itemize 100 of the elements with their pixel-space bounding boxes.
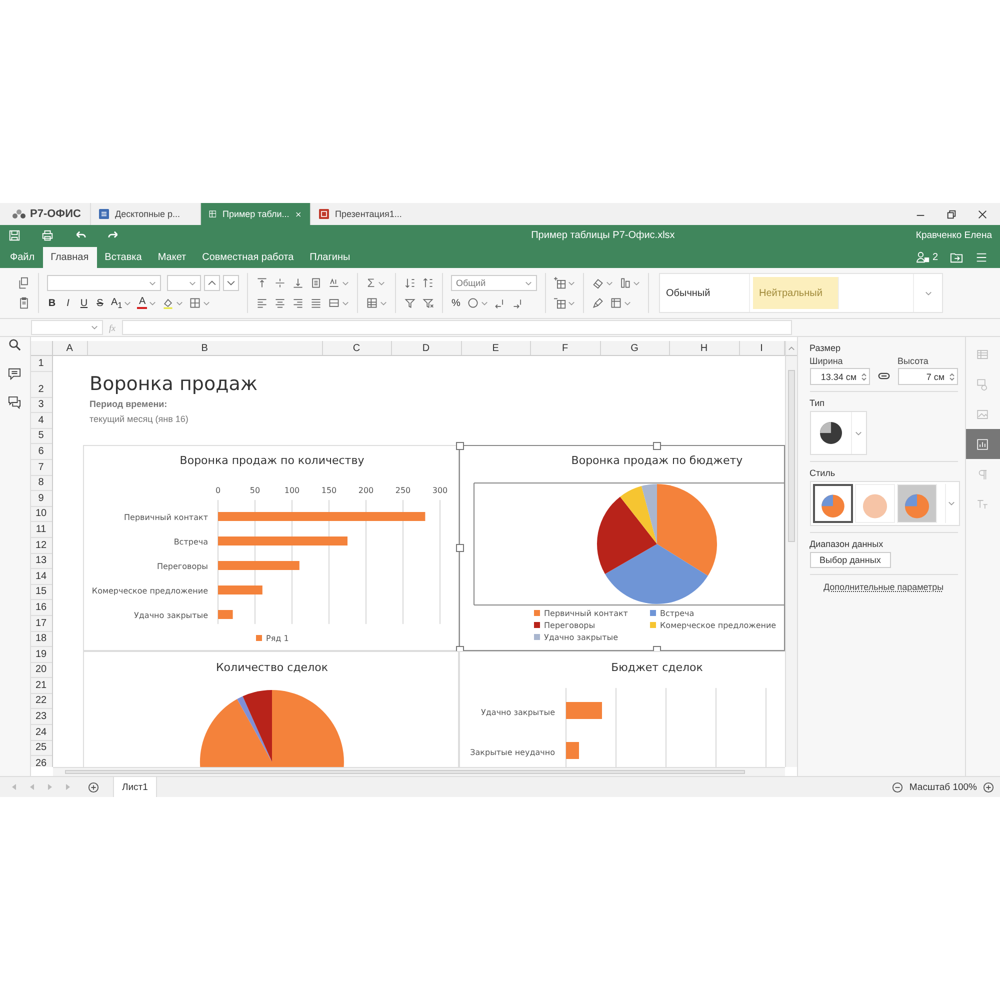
zoom-out-icon[interactable] — [892, 782, 904, 792]
border-icon[interactable] — [189, 297, 202, 309]
row-header[interactable]: 15 — [30, 584, 52, 600]
menu-tab[interactable]: Плагины — [302, 246, 358, 268]
fill-color-icon[interactable] — [162, 297, 174, 309]
save-icon[interactable] — [8, 229, 21, 242]
merge-cells-icon[interactable] — [328, 297, 340, 309]
row-header[interactable]: 3 — [30, 398, 52, 414]
percent-button[interactable]: % — [451, 298, 461, 308]
number-format-field[interactable]: Общий — [451, 275, 537, 291]
row-header[interactable]: 9 — [30, 491, 52, 507]
row-header[interactable]: 5 — [30, 428, 52, 444]
increase-font-button[interactable] — [204, 275, 220, 291]
menu-tab[interactable]: Совместная работа — [194, 246, 302, 268]
menu-icon[interactable] — [975, 251, 988, 264]
sort-ascending-icon[interactable] — [404, 277, 416, 289]
row-header[interactable]: 10 — [30, 506, 52, 522]
row-header[interactable]: 26 — [30, 756, 52, 767]
collaborators-button[interactable]: 2 — [916, 246, 938, 268]
filter-icon[interactable] — [404, 297, 416, 309]
row-header[interactable]: 17 — [30, 616, 52, 632]
column-header[interactable]: G — [600, 341, 670, 355]
print-icon[interactable] — [41, 229, 54, 242]
align-center-icon[interactable] — [274, 297, 286, 309]
brush-icon[interactable] — [592, 297, 604, 309]
row-header[interactable]: 13 — [30, 554, 52, 570]
menu-tab[interactable]: Главная — [42, 247, 97, 268]
align-top-icon[interactable] — [256, 277, 268, 289]
font-size-field[interactable] — [167, 275, 201, 291]
bar-chart[interactable]: Воронка продаж по количеству 0 50 100 150 200 250 300 Первичный контакт Встреча Переговоры Комерческое предложение Удачно закрытые Ряд 1 — [82, 445, 459, 651]
row-header[interactable]: 4 — [30, 413, 52, 429]
row-header[interactable]: 16 — [30, 600, 52, 616]
folder-icon[interactable] — [950, 251, 963, 264]
table-icon[interactable] — [366, 297, 378, 309]
align-right-icon[interactable] — [292, 297, 304, 309]
formula-field[interactable] — [122, 320, 792, 335]
cell-style[interactable]: Обычный — [660, 274, 750, 312]
row-header[interactable]: 11 — [30, 522, 52, 538]
chart-style-option[interactable] — [812, 484, 853, 523]
row-header[interactable]: 21 — [30, 678, 52, 694]
bold-button[interactable]: B — [47, 298, 57, 308]
chart-type-picker[interactable] — [810, 411, 867, 455]
row-header[interactable]: 8 — [30, 476, 52, 492]
horizontal-scrollbar[interactable] — [52, 767, 785, 776]
paste-icon[interactable] — [18, 297, 30, 309]
row-header[interactable]: 24 — [30, 725, 52, 741]
width-field[interactable]: 13.34 см — [810, 368, 870, 385]
row-header[interactable]: 1 — [30, 356, 52, 372]
menu-tab[interactable]: Вставка — [96, 246, 150, 268]
menu-tab[interactable]: Макет — [150, 246, 194, 268]
row-header[interactable]: 12 — [30, 538, 52, 554]
strike-button[interactable]: S — [95, 298, 105, 308]
align-middle-icon[interactable] — [274, 277, 286, 289]
column-header[interactable]: F — [530, 341, 601, 355]
row-header[interactable]: 23 — [30, 709, 52, 726]
format-table-icon[interactable] — [610, 297, 622, 309]
delete-cells-icon[interactable] — [554, 297, 566, 309]
column-header[interactable]: B — [88, 341, 323, 355]
insert-cells-icon[interactable] — [554, 277, 566, 289]
zoom-in-icon[interactable] — [983, 782, 994, 792]
link-icon[interactable] — [878, 371, 890, 381]
align-left-icon[interactable] — [256, 297, 268, 309]
increase-decimal-icon[interactable] — [512, 297, 524, 309]
row-header[interactable]: 22 — [30, 694, 52, 710]
chat-icon[interactable] — [8, 396, 22, 409]
justify-icon[interactable] — [310, 297, 322, 309]
copy-style-icon[interactable] — [619, 277, 631, 289]
chart-settings-tab[interactable] — [966, 429, 1000, 459]
sum-button[interactable]: Σ — [366, 276, 376, 290]
comment-icon[interactable] — [8, 367, 22, 380]
menu-tab[interactable]: Файл — [2, 246, 43, 268]
eraser-icon[interactable] — [592, 277, 604, 289]
resize-handle[interactable] — [456, 442, 464, 450]
sort-descending-icon[interactable] — [422, 277, 434, 289]
column-header[interactable]: A — [52, 341, 88, 355]
row-header[interactable]: 19 — [30, 647, 52, 663]
bar-chart[interactable]: Бюджет сделок Удачно закрытые Закрытые неудачно — [458, 651, 785, 767]
underline-button[interactable]: U — [79, 298, 89, 308]
decrease-decimal-icon[interactable] — [494, 297, 506, 309]
text-orientation-icon[interactable] — [328, 277, 340, 289]
document-tab[interactable]: Пример табли... — [200, 203, 310, 225]
filter-clear-icon[interactable] — [422, 297, 434, 309]
row-header[interactable]: 2 — [30, 372, 52, 398]
row-header[interactable]: 14 — [30, 569, 52, 585]
row-header[interactable]: 20 — [30, 662, 52, 678]
row-header[interactable]: 6 — [30, 444, 52, 460]
search-icon[interactable] — [8, 338, 22, 351]
wrap-text-icon[interactable] — [310, 277, 322, 289]
italic-button[interactable]: I — [63, 298, 73, 308]
restore-icon[interactable] — [946, 208, 957, 220]
vertical-scrollbar[interactable] — [784, 356, 797, 767]
font-color-button[interactable]: A — [137, 297, 148, 309]
font-name-field[interactable] — [47, 275, 161, 291]
select-data-button[interactable]: Выбор данных — [810, 552, 891, 568]
advanced-settings-link[interactable]: Дополнительные параметры — [823, 582, 944, 592]
close-icon[interactable] — [977, 208, 988, 220]
currency-icon[interactable] — [467, 297, 479, 309]
column-header[interactable]: C — [322, 341, 392, 355]
decrease-font-button[interactable] — [223, 275, 239, 291]
resize-handle[interactable] — [652, 442, 661, 450]
